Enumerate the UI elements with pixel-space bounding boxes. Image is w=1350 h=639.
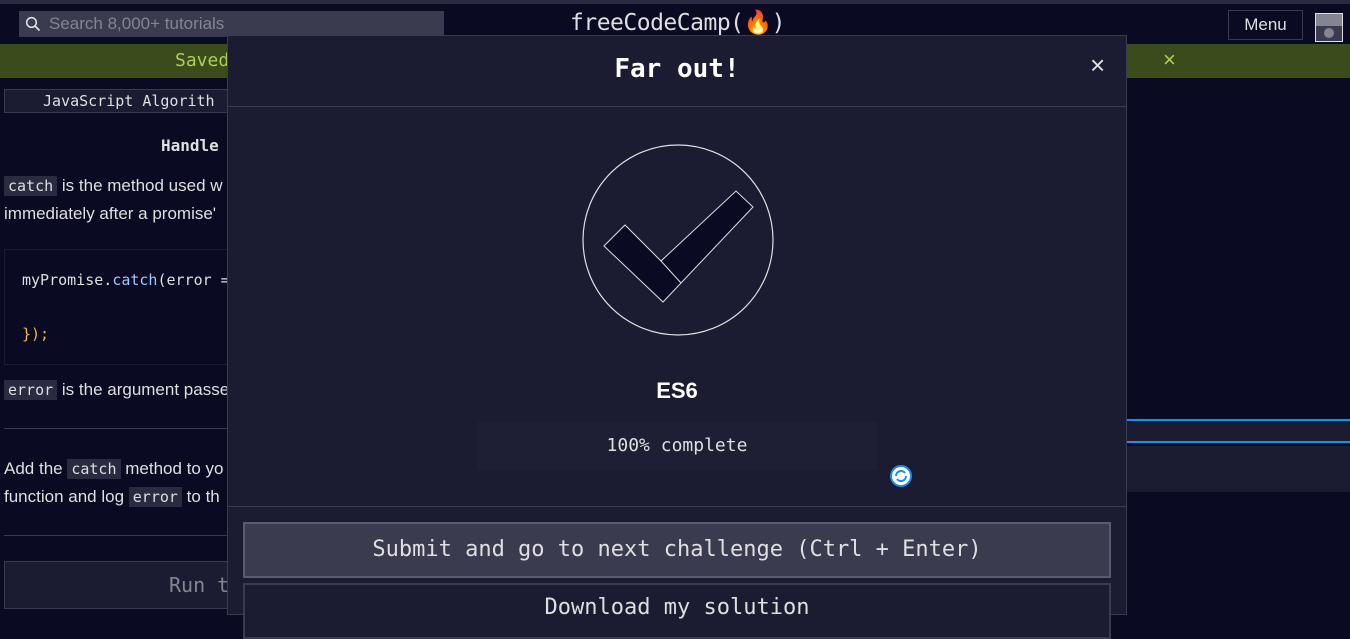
- paragraph-text: is the argument passe: [61, 380, 230, 399]
- paragraph-text: function and log: [4, 487, 125, 506]
- divider: [4, 535, 244, 536]
- divider: [228, 506, 1126, 507]
- code-token: });: [22, 325, 50, 343]
- paragraph-text: Add the: [4, 459, 63, 478]
- user-icon: [1316, 26, 1342, 41]
- challenge-title: Handle: [161, 136, 219, 155]
- lesson-instructions: Add the catch method to yo function and …: [4, 455, 224, 511]
- lesson-paragraph-2: error is the argument passe: [4, 376, 229, 404]
- search-placeholder: Search 8,000+ tutorials: [49, 14, 225, 33]
- progress-bar: 100% complete: [477, 422, 877, 470]
- modal-title: Far out!: [614, 54, 740, 84]
- editor-tab-bar: [1127, 419, 1350, 443]
- run-tests-button[interactable]: Run t: [4, 561, 244, 609]
- fcc-logo[interactable]: freeCodeCamp(🔥): [570, 9, 786, 36]
- divider: [4, 428, 244, 429]
- lesson-paragraph-1: catch is the method used w immediately a…: [4, 172, 223, 228]
- search-input[interactable]: Search 8,000+ tutorials: [19, 11, 444, 37]
- code-example: myPromise.catch(error = });: [4, 249, 244, 365]
- download-solution-button[interactable]: Download my solution: [243, 583, 1111, 639]
- completion-modal: Far out! × ES6 100% complete Submit and …: [227, 35, 1127, 639]
- inline-code: catch: [67, 459, 121, 479]
- search-icon: [25, 16, 41, 32]
- inline-code: catch: [4, 176, 58, 196]
- avatar[interactable]: [1315, 13, 1343, 42]
- modal-header: Far out! ×: [228, 36, 1126, 107]
- menu-button[interactable]: Menu: [1228, 10, 1303, 40]
- code-token: myPromise.: [22, 271, 113, 289]
- paragraph-text: to th: [186, 487, 220, 506]
- submit-next-button[interactable]: Submit and go to next challenge (Ctrl + …: [243, 522, 1111, 578]
- loading-spinner-icon: [890, 465, 912, 487]
- flash-message: Saved: [175, 50, 230, 71]
- paragraph-text: method to yo: [125, 459, 224, 478]
- code-token: catch: [112, 271, 158, 289]
- code-token: (error =: [157, 271, 230, 289]
- checkmark-icon: [582, 144, 774, 336]
- inline-code: error: [128, 487, 182, 507]
- paragraph-text: is the method used w: [61, 176, 223, 195]
- block-name: ES6: [656, 378, 698, 403]
- paragraph-text: immediately after a promise': [4, 204, 217, 223]
- breadcrumb[interactable]: JavaScript Algorith: [4, 89, 254, 113]
- inline-code: error: [4, 380, 58, 400]
- editor-pane: [1127, 446, 1350, 492]
- close-icon[interactable]: ×: [1090, 50, 1105, 81]
- progress-label: 100% complete: [606, 435, 748, 456]
- flash-close-icon[interactable]: ×: [1163, 47, 1176, 73]
